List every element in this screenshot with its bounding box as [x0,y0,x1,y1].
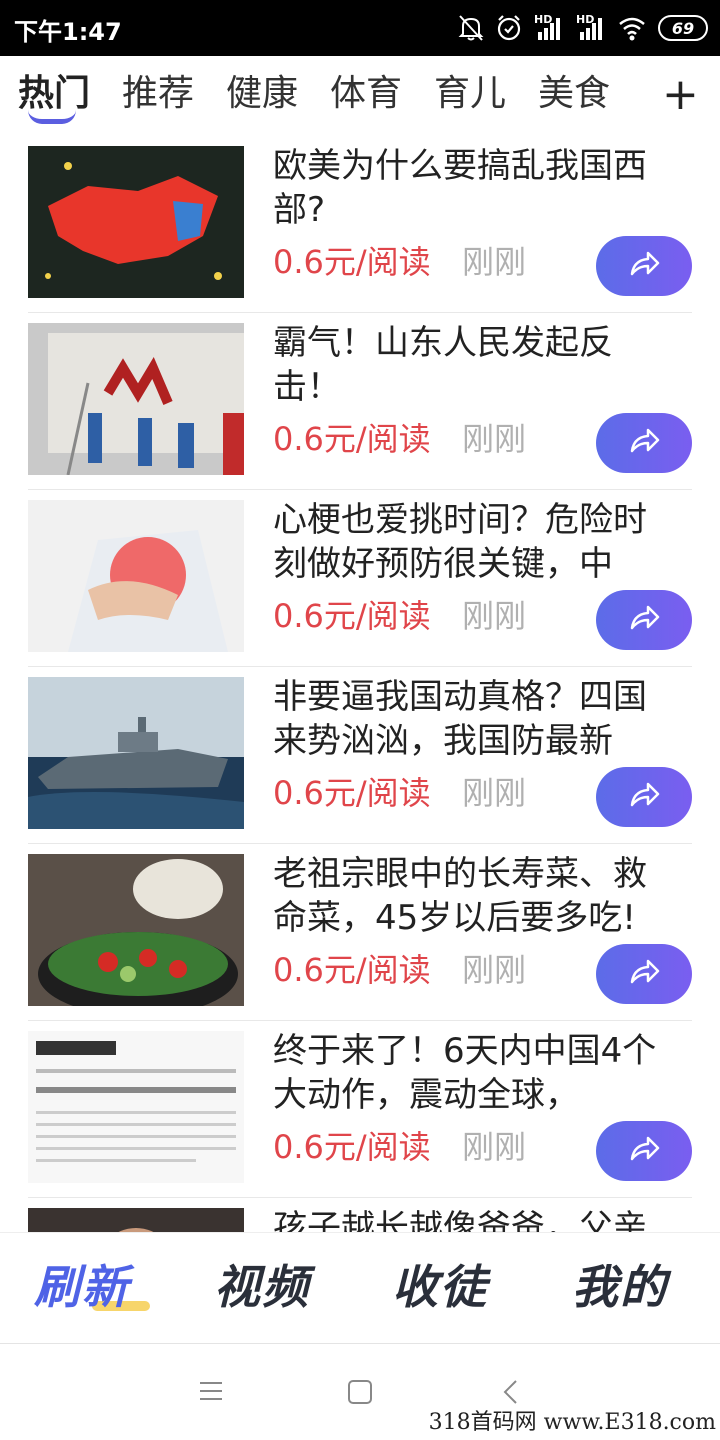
article-feed[interactable]: 欧美为什么要搞乱我国西部? 0.6元/阅读 刚刚 霸气！山东人民发起反击！ 0.… [0,136,720,1232]
nav-video[interactable]: 视频 [214,1259,310,1315]
article-thumbnail [28,854,244,1006]
share-button[interactable] [596,413,692,473]
nav-mine[interactable]: 我的 [572,1259,668,1315]
article-time: 刚刚 [462,597,527,635]
list-item[interactable]: 心梗也爱挑时间？危险时刻做好预防很关键，中老… 0.6元/阅读 刚刚 [28,490,692,667]
article-thumbnail [28,146,244,298]
share-button[interactable] [596,590,692,650]
category-tabs: 热门 推荐 健康 体育 育儿 美食 [0,56,720,136]
share-icon [628,958,660,990]
list-item[interactable]: 孩子越长越像爸爸，父亲 [28,1198,692,1232]
article-price: 0.6元/阅读 [273,597,431,635]
menu-icon[interactable] [198,1380,224,1406]
share-button[interactable] [596,944,692,1004]
battery-icon: 69 [658,15,708,41]
share-icon [628,427,660,459]
share-icon [628,781,660,813]
article-time: 刚刚 [462,1128,527,1166]
tab-parenting[interactable]: 育儿 [434,72,506,116]
signal-icon: HD [576,14,606,42]
watermark-text: 318首码网 www.E318.com [428,1410,716,1435]
mute-icon [458,14,484,42]
alarm-icon [496,14,522,42]
tab-sports[interactable]: 体育 [330,72,402,116]
list-item[interactable]: 霸气！山东人民发起反击！ 0.6元/阅读 刚刚 [28,313,692,490]
article-thumbnail [28,1208,244,1232]
share-button[interactable] [596,1121,692,1181]
article-time: 刚刚 [462,774,527,812]
article-time: 刚刚 [462,420,527,458]
add-tab-button[interactable]: + [662,70,699,120]
list-item[interactable]: 老祖宗眼中的长寿菜、救命菜，45岁以后要多吃! 0.6元/阅读 刚刚 [28,844,692,1021]
article-title[interactable]: 心梗也爱挑时间？危险时刻做好预防很关键，中老… [273,498,673,586]
article-price: 0.6元/阅读 [273,420,431,458]
article-thumbnail [28,500,244,652]
article-thumbnail [28,677,244,829]
signal-icon: HD [534,14,564,42]
share-button[interactable] [596,236,692,296]
status-bar: 下午1:47 HD HD 69 [0,0,720,56]
article-price: 0.6元/阅读 [273,1128,431,1166]
share-button[interactable] [596,767,692,827]
wifi-icon [618,14,646,42]
tab-food[interactable]: 美食 [538,72,610,116]
article-time: 刚刚 [462,951,527,989]
share-icon [628,604,660,636]
article-title[interactable]: 孩子越长越像爸爸，父亲 [273,1206,673,1232]
tab-recommend[interactable]: 推荐 [122,72,194,116]
nav-refresh[interactable]: 刷新 [34,1259,130,1315]
article-title[interactable]: 霸气！山东人民发起反击！ [273,321,673,409]
article-price: 0.6元/阅读 [273,243,431,281]
article-title[interactable]: 终于来了！6天内中国4个大动作，震动全球， [273,1029,673,1117]
bottom-navigation: 刷新 视频 收徒 我的 [0,1232,720,1344]
list-item[interactable]: 非要逼我国动真格？四国来势汹汹，我国防最新表… 0.6元/阅读 刚刚 [28,667,692,844]
article-thumbnail [28,1031,244,1183]
article-title[interactable]: 欧美为什么要搞乱我国西部? [273,144,673,232]
article-price: 0.6元/阅读 [273,774,431,812]
article-title[interactable]: 非要逼我国动真格？四国来势汹汹，我国防最新表… [273,675,673,763]
system-navigation: 318首码网 www.E318.com [0,1344,720,1440]
status-icons: HD HD 69 [458,12,708,44]
article-time: 刚刚 [462,243,527,281]
tab-health[interactable]: 健康 [226,72,298,116]
tab-active-indicator [28,110,76,124]
article-title[interactable]: 老祖宗眼中的长寿菜、救命菜，45岁以后要多吃! [273,852,673,940]
home-icon[interactable] [346,1378,374,1410]
article-thumbnail [28,323,244,475]
article-price: 0.6元/阅读 [273,951,431,989]
nav-apprentice[interactable]: 收徒 [392,1259,488,1315]
share-icon [628,1135,660,1167]
list-item[interactable]: 欧美为什么要搞乱我国西部? 0.6元/阅读 刚刚 [28,136,692,313]
list-item[interactable]: 终于来了！6天内中国4个大动作，震动全球， 0.6元/阅读 刚刚 [28,1021,692,1198]
share-icon [628,250,660,282]
status-time: 下午1:47 [14,18,122,46]
